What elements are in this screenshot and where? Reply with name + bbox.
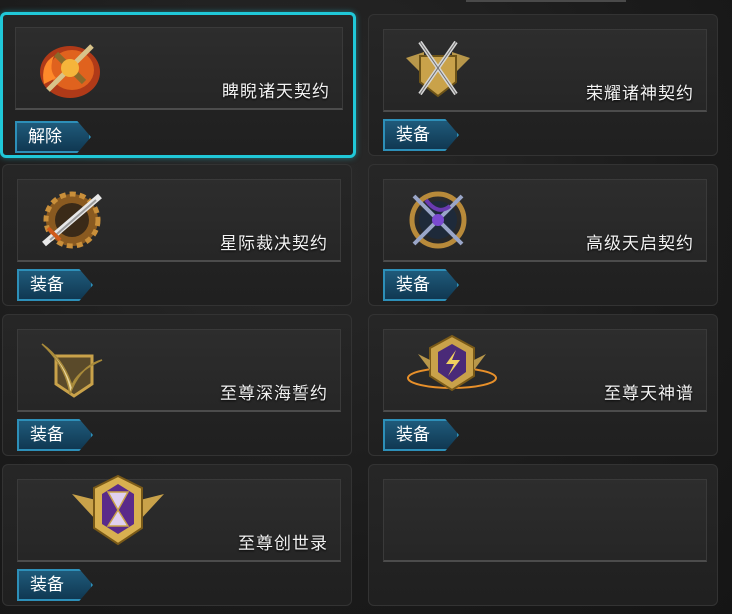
card-panel: 睥睨诸天契约 xyxy=(15,27,343,110)
empty-contract-slot xyxy=(368,464,718,606)
contract-grid: 睥睨诸天契约 解除 荣耀诸神契约 装备 星际裁决契约 装备 高级天启契约 装备 … xyxy=(0,0,732,614)
contract-name: 荣耀诸神契约 xyxy=(586,84,694,104)
contract-name: 至尊天神谱 xyxy=(604,384,694,404)
unequip-button[interactable]: 解除 xyxy=(15,121,91,153)
contract-card-5[interactable]: 至尊深海誓约 装备 xyxy=(2,314,352,456)
contract-card-4[interactable]: 高级天启契约 装备 xyxy=(368,164,718,306)
golden-wing-shield-icon xyxy=(41,343,103,398)
crossed-scythes-emblem-icon xyxy=(409,191,467,249)
equip-button[interactable]: 装备 xyxy=(17,569,93,601)
contract-card-1[interactable]: 睥睨诸天契约 解除 xyxy=(0,12,356,158)
flame-weapon-emblem-icon xyxy=(40,44,100,98)
equip-button[interactable]: 装备 xyxy=(17,269,93,301)
gear-blade-emblem-icon xyxy=(42,191,102,249)
card-panel: 至尊深海誓约 xyxy=(17,329,341,412)
contract-name: 睥睨诸天契约 xyxy=(222,82,330,102)
card-panel xyxy=(383,479,707,562)
card-panel: 高级天启契约 xyxy=(383,179,707,262)
contract-card-7[interactable]: 至尊创世录 装备 xyxy=(2,464,352,606)
contract-name: 至尊深海誓约 xyxy=(220,384,328,404)
crossed-swords-shield-icon xyxy=(406,40,470,98)
contract-name: 高级天启契约 xyxy=(586,234,694,254)
contract-card-2[interactable]: 荣耀诸神契约 装备 xyxy=(368,14,718,156)
equip-button[interactable]: 装备 xyxy=(383,419,459,451)
equip-button[interactable]: 装备 xyxy=(383,269,459,301)
card-panel: 荣耀诸神契约 xyxy=(383,29,707,112)
contract-card-6[interactable]: 至尊天神谱 装备 xyxy=(368,314,718,456)
equip-button[interactable]: 装备 xyxy=(383,119,459,151)
contract-card-3[interactable]: 星际裁决契约 装备 xyxy=(2,164,352,306)
card-panel: 星际裁决契约 xyxy=(17,179,341,262)
equip-button[interactable]: 装备 xyxy=(17,419,93,451)
hourglass-winged-emblem-icon xyxy=(72,474,164,546)
lightning-hexagon-emblem-icon xyxy=(407,334,497,392)
card-panel: 至尊创世录 xyxy=(17,474,341,562)
card-panel: 至尊天神谱 xyxy=(383,329,707,412)
contract-name: 星际裁决契约 xyxy=(220,234,328,254)
contract-name: 至尊创世录 xyxy=(238,534,328,554)
